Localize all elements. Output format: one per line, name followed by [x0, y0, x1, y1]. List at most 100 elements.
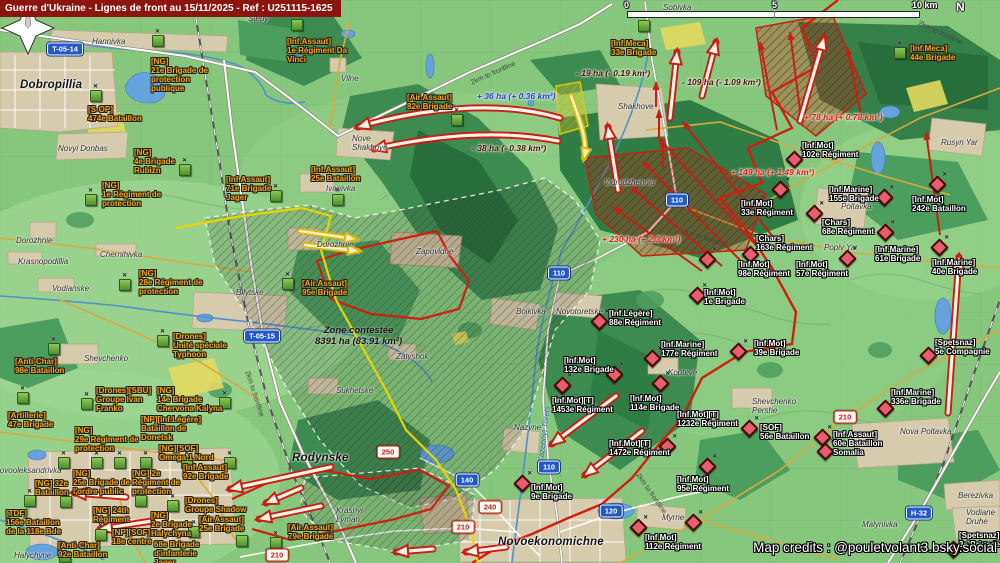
- route-distance-note: 2km to frontline: [243, 370, 265, 418]
- unit-icon-ru: [785, 150, 804, 169]
- unit-icon-ru: [876, 223, 895, 242]
- place-label: Nova Poltavka: [900, 427, 952, 436]
- unit-label-ua: [NG] 25e Brigade de l'ordre public: [73, 469, 130, 496]
- unit-label-ru: [Inf.Mot] 95e Régiment: [677, 475, 730, 493]
- unit-icon-ua: [894, 40, 906, 59]
- unit-icon-ru: [729, 342, 748, 361]
- unit-label-ru: [Inf.Marine] 177e Régiment: [661, 340, 718, 358]
- unit-label-ru: [Chars] 163e Régiment: [756, 234, 813, 252]
- unit-label-ua: [NG] 29e Régiment de protection: [75, 426, 139, 453]
- route-distance-note: 2km to frontline: [470, 60, 517, 87]
- unit-icon-ua: [90, 83, 102, 102]
- place-label: Novoekonomichne: [498, 536, 604, 548]
- road-shield: 110: [547, 266, 571, 280]
- unit-label-ru: [Inf.Mot] 57e Régiment: [796, 260, 849, 278]
- place-label: Dobropillia: [20, 79, 83, 91]
- place-label: Zapovidne: [416, 247, 454, 256]
- unit-label-ru: [Inf.Assaut] 60e Bataillon Somalia: [833, 430, 883, 457]
- unit-label-ru: [Inf.Mot] 132e Brigade: [564, 356, 614, 374]
- road-shield: 210: [833, 410, 857, 424]
- unit-icon-ua: [236, 528, 248, 547]
- unit-icon-ru: [698, 250, 717, 269]
- road-shield: 110: [665, 193, 689, 207]
- place-label: Berezivka: [958, 491, 994, 500]
- unit-label-ru: [Inf.Mot][T] 1453e Régiment: [552, 396, 613, 414]
- label-layer: [NG] 21e Brigade de protection publique […: [0, 0, 1000, 563]
- place-label: Vodianske: [52, 284, 90, 293]
- unit-label-ua: [Inf.Assaut] 25e Bataillon: [311, 165, 361, 183]
- unit-label-ua: [NG] 32e Bataillon: [35, 479, 69, 497]
- unit-icon-ua: [58, 450, 70, 469]
- place-label: Nove Shakhove: [352, 134, 388, 152]
- place-label: Nazyne: [514, 423, 542, 432]
- unit-label-ua: [Inf.Meca] 44e Brigade: [910, 44, 956, 62]
- unit-icon-ua: [291, 12, 303, 31]
- unit-label-ua: [Artillerie] 47e Brigade: [8, 411, 54, 429]
- area-change-label: - 38 ha (- 0.38 km²): [472, 143, 547, 153]
- place-label: Myrne: [662, 513, 685, 522]
- place-label: Novyi Donbas: [58, 144, 108, 153]
- unit-icon-ua: [270, 183, 282, 202]
- place-label: Kopteve: [668, 368, 698, 377]
- unit-label-ru: [Inf.Mot] 98e Régiment: [738, 260, 791, 278]
- place-label: Rusyn Yar: [941, 138, 978, 147]
- unit-icon-ua: [140, 450, 152, 469]
- scale-tick-0: 0: [624, 0, 630, 10]
- unit-icon-ua: [85, 187, 97, 206]
- place-label: Hannivka: [92, 37, 126, 46]
- unit-icon-ua: [17, 385, 29, 404]
- unit-icon-ru: [651, 374, 670, 393]
- unit-label-ru: [Inf.Mot] 114e Brigade: [630, 394, 680, 412]
- unit-icon-ru: [816, 442, 835, 461]
- map-canvas: [NG] 21e Brigade de protection publique […: [0, 0, 1000, 563]
- unit-icon-ru: [930, 238, 949, 257]
- unit-label-ua: [NG] 24th Régiment: [93, 506, 130, 524]
- unit-label-ua: [NG] 4e Brigade Rubizn: [134, 148, 175, 175]
- unit-label-ua: [NP][Inf.Légère] Bataillon de Donetsk: [141, 415, 201, 442]
- road-shield: 240: [478, 500, 502, 514]
- contested-zone-label: Zone contestée 8391 ha (83.91 km²): [315, 325, 403, 347]
- place-label: Sukhetske: [336, 386, 374, 395]
- place-label: Chernihivka: [100, 250, 143, 259]
- scale-tick-10: 10 km: [912, 0, 938, 10]
- unit-icon-ua: [282, 271, 294, 290]
- unit-label-ua: [Drones] Unité spéciale Typhoon: [173, 332, 227, 359]
- unit-label-ru: [SOF] 56e Bataillon: [760, 423, 810, 441]
- unit-icon-ua: [270, 530, 282, 549]
- river-label: Kazennyi Torets: [536, 405, 552, 464]
- scale-tick-5: 5: [772, 0, 778, 10]
- place-label: Ivanivka: [326, 184, 356, 193]
- unit-label-ru: [Inf.Mot] 112e Régiment: [645, 533, 702, 551]
- road-shield: 250: [376, 445, 400, 459]
- place-label: Boikivka: [516, 307, 546, 316]
- map-title: Guerre d'Ukraine - Lignes de front au 15…: [0, 0, 341, 17]
- unit-icon-ua: [135, 488, 147, 507]
- unit-icon-ua: [152, 28, 164, 47]
- area-change-label: - 109 ha (- 1.09 km²): [682, 77, 761, 87]
- place-label: Bilytske: [236, 288, 264, 297]
- unit-label-ua: [Air.Assaut] 95e Brigade: [302, 279, 348, 297]
- unit-label-ua: 68e Brigade d'infanterie Jager: [154, 540, 200, 563]
- unit-label-ua: [Inf.Assaut] 92e Brigade: [183, 463, 229, 481]
- place-label: Dorozhnie: [317, 240, 354, 249]
- unit-label-ua: [Inf.Assaut] 71e Brigade Jager: [226, 175, 272, 202]
- unit-label-ru: [Inf.Mot] 39e Brigade: [754, 339, 800, 357]
- unit-label-ua: [TDF] 156e Bataillon de la 118e Bde: [6, 509, 62, 536]
- unit-icon-ru: [684, 513, 703, 532]
- unit-label-ru: [Inf.Mot][T] 1472e Régiment: [609, 439, 670, 457]
- place-label: Shakhove: [618, 102, 654, 111]
- place-label: Vidrodzhennia: [604, 178, 656, 187]
- unit-icon-ru: [928, 175, 947, 194]
- unit-icon-ru: [771, 180, 790, 199]
- area-change-label: + 36 ha (+ 0.36 km²): [477, 91, 556, 101]
- unit-label-ru: [Inf.Mot] 242e Bataillon: [912, 195, 966, 213]
- place-label: Rodynske: [292, 452, 349, 464]
- place-label: Krasnopodillia: [18, 257, 69, 266]
- unit-label-ru: [Inf.Mot] 1e Brigade: [704, 288, 745, 306]
- road-shield: 140: [455, 473, 479, 487]
- unit-label-ru: [Inf.Marine] 155e Brigade: [829, 185, 879, 203]
- place-label: Zatyshok: [396, 352, 429, 361]
- road-shield: T-05-15: [244, 329, 280, 343]
- unit-icon-ru: [698, 457, 717, 476]
- unit-icon-ua: [119, 272, 131, 291]
